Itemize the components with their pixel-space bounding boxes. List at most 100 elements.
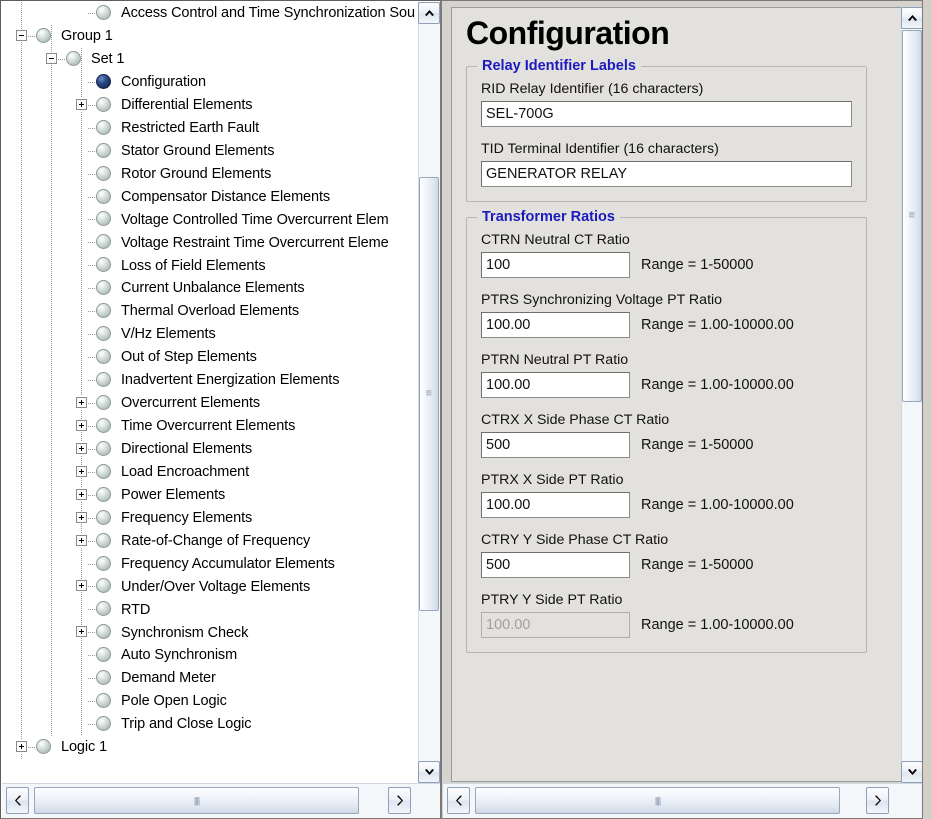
tree-node[interactable]: Power Elements: [2, 484, 419, 507]
settings-field: PTRY Y Side PT Ratio Range = 1.00-10000.0…: [481, 592, 852, 639]
tree-node[interactable]: Frequency Elements: [2, 507, 419, 530]
tree-node-label: Access Control and Time Synchronization …: [121, 5, 415, 22]
expand-node-icon[interactable]: [76, 419, 87, 431]
tree-connector-line: [88, 357, 96, 359]
expand-node-icon[interactable]: [76, 442, 87, 454]
settings-field-input[interactable]: [481, 492, 630, 519]
node-bullet-icon: [96, 326, 111, 342]
tree-node[interactable]: Access Control and Time Synchronization …: [2, 2, 419, 25]
tree-node[interactable]: Out of Step Elements: [2, 346, 419, 369]
configuration-pane: Configuration Relay Identifier Labels RID…: [441, 0, 923, 819]
tree-node[interactable]: Current Unbalance Elements: [2, 277, 419, 300]
tree-node[interactable]: Logic 1: [2, 736, 419, 759]
expand-node-icon[interactable]: [76, 626, 87, 638]
tree-connector-line: [88, 425, 96, 427]
expand-node-icon[interactable]: [76, 465, 87, 477]
settings-field-input[interactable]: [481, 372, 630, 399]
expand-node-icon[interactable]: [76, 511, 87, 523]
chevron-down-icon: [907, 769, 917, 775]
tree-node[interactable]: Differential Elements: [2, 94, 419, 117]
node-bullet-icon: [96, 394, 111, 410]
tree-node[interactable]: Pole Open Logic: [2, 690, 419, 713]
node-bullet-icon: [96, 486, 111, 502]
collapse-node-icon[interactable]: [46, 52, 57, 64]
tree-node[interactable]: Time Overcurrent Elements: [2, 415, 419, 438]
tree-node[interactable]: Thermal Overload Elements: [2, 300, 419, 323]
tree-node[interactable]: V/Hz Elements: [2, 323, 419, 346]
tree-node[interactable]: Auto Synchronism: [2, 644, 419, 667]
tree-scroll-down-button[interactable]: [418, 761, 440, 783]
tree-node[interactable]: Voltage Controlled Time Overcurrent Elem: [2, 208, 419, 231]
tree-connector-line: [88, 150, 96, 152]
tree-node-label: Under/Over Voltage Elements: [121, 578, 311, 595]
tree-vertical-scrollbar-thumb[interactable]: [419, 177, 439, 611]
node-bullet-icon: [36, 739, 51, 754]
tree-node[interactable]: Loss of Field Elements: [2, 254, 419, 277]
config-scroll-down-button[interactable]: [901, 761, 922, 783]
config-vertical-scrollbar-thumb[interactable]: [902, 30, 922, 402]
tree-node-label: Differential Elements: [121, 96, 253, 113]
tree-node[interactable]: Group 1: [2, 25, 419, 48]
tree-node[interactable]: Compensator Distance Elements: [2, 186, 419, 209]
tree-node[interactable]: Rotor Ground Elements: [2, 163, 419, 186]
expand-node-icon[interactable]: [76, 534, 87, 546]
node-bullet-icon: [96, 165, 111, 181]
scrollbar-grip-icon: [655, 796, 660, 805]
settings-field-row: Range = 1.00-10000.00: [481, 312, 852, 339]
tree-node[interactable]: Voltage Restraint Time Overcurrent Eleme: [2, 231, 419, 254]
tree-node[interactable]: Load Encroachment: [2, 461, 419, 484]
tree-connector-line: [88, 219, 96, 221]
tree-node[interactable]: Demand Meter: [2, 667, 419, 690]
settings-field-label: TID Terminal Identifier (16 characters): [481, 141, 719, 158]
tree-node[interactable]: Directional Elements: [2, 438, 419, 461]
tree-scroll-up-button[interactable]: [418, 2, 440, 24]
tree-connector-line: [88, 127, 96, 129]
tree-node[interactable]: Stator Ground Elements: [2, 140, 419, 163]
tree-node[interactable]: Configuration: [2, 71, 419, 94]
settings-field-input[interactable]: [481, 552, 630, 579]
config-scroll-right-button[interactable]: [866, 787, 889, 814]
settings-field-input[interactable]: [481, 312, 630, 339]
tree-node[interactable]: Under/Over Voltage Elements: [2, 575, 419, 598]
tree-node[interactable]: Inadvertent Energization Elements: [2, 369, 419, 392]
settings-field: PTRS Synchronizing Voltage PT Ratio Range…: [481, 292, 852, 339]
tree-node[interactable]: Synchronism Check: [2, 621, 419, 644]
settings-field-input[interactable]: [481, 101, 852, 128]
tree-node[interactable]: Set 1: [2, 48, 419, 71]
tree-node[interactable]: Rate-of-Change of Frequency: [2, 530, 419, 553]
settings-field-input[interactable]: [481, 252, 630, 279]
tree-scroll-right-button[interactable]: [388, 787, 411, 814]
expand-node-icon[interactable]: [76, 488, 87, 500]
tree-node-label: Directional Elements: [121, 441, 252, 458]
settings-field-input[interactable]: [481, 161, 852, 188]
settings-field-row: [481, 161, 852, 188]
tree-node[interactable]: RTD: [2, 598, 419, 621]
expand-node-icon[interactable]: [16, 741, 27, 752]
tree-node[interactable]: Trip and Close Logic: [2, 713, 419, 736]
tree-connector-line: [88, 563, 96, 565]
tree-node-label: Logic 1: [61, 739, 108, 756]
settings-field-range: Range = 1.00-10000.00: [641, 377, 794, 394]
tree-node-label: Rate-of-Change of Frequency: [121, 532, 311, 549]
tree-scroll-left-button[interactable]: [6, 787, 29, 814]
expand-node-icon[interactable]: [76, 98, 87, 110]
config-scroll-left-button[interactable]: [447, 787, 470, 814]
config-scroll-up-button[interactable]: [901, 7, 922, 29]
tree-connector-line: [88, 632, 96, 634]
tree-node[interactable]: Restricted Earth Fault: [2, 117, 419, 140]
settings-field-input[interactable]: [481, 432, 630, 459]
tree-node-label: Voltage Restraint Time Overcurrent Eleme: [121, 234, 389, 251]
tree-connector-line: [88, 724, 96, 726]
tree-connector-line: [88, 81, 96, 83]
tree-node[interactable]: Overcurrent Elements: [2, 392, 419, 415]
settings-field-row: Range = 1.00-10000.00: [481, 492, 852, 519]
tree-connector-line: [88, 380, 96, 381]
expand-node-icon[interactable]: [76, 396, 87, 408]
config-horizontal-scrollbar-thumb[interactable]: [475, 787, 840, 814]
settings-field-label: CTRY Y Side Phase CT Ratio: [481, 532, 669, 549]
collapse-node-icon[interactable]: [16, 29, 27, 41]
expand-node-icon[interactable]: [76, 580, 87, 592]
tree-node[interactable]: Frequency Accumulator Elements: [2, 553, 419, 576]
tree-horizontal-scrollbar-thumb[interactable]: [34, 787, 359, 814]
tree-connector-line: [88, 655, 96, 657]
